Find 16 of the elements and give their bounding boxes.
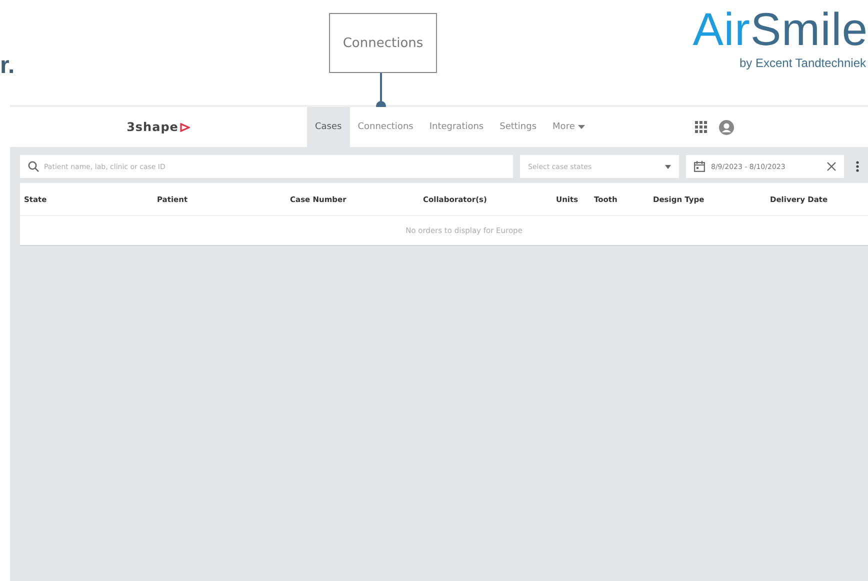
caret-icon [578,125,585,129]
avatar-icon [719,120,734,134]
app-logo: 3shape [126,120,178,134]
calendar-icon [694,161,705,172]
search-icon [28,161,39,172]
caret-icon [665,164,671,168]
triangle-icon [180,122,190,132]
leader-line [380,73,382,104]
more-options-icon [856,161,859,172]
apps-grid-icon [695,121,707,133]
close-icon [827,162,836,171]
callout-label: Connections [329,13,437,73]
nav-tab[interactable]: Cases [307,107,350,147]
brand-tagline: by Excent Tandtechniek [738,56,867,70]
brand-logo: AirSmile [692,4,868,54]
heading-text: r. [0,52,15,80]
